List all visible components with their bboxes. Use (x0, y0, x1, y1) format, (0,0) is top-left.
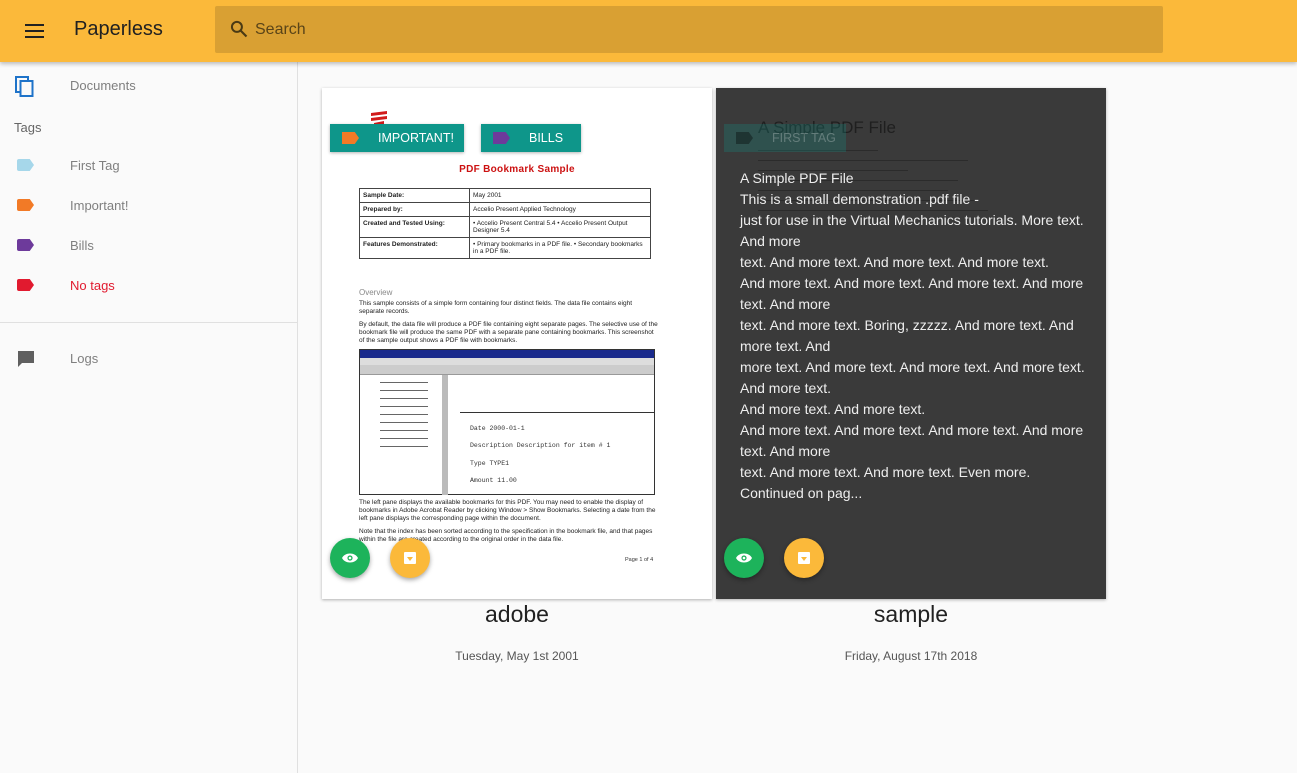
sidebar-item-bills[interactable]: Bills (0, 226, 297, 266)
screenshot-text: Description Description for item # 1 (470, 442, 611, 449)
tag-chip-label: IMPORTANT! (378, 131, 454, 145)
sidebar-item-important[interactable]: Important! (0, 186, 297, 226)
sidebar-item-documents[interactable]: Documents (0, 66, 297, 106)
search-bar[interactable] (215, 6, 1163, 53)
thumbnail-screenshot: Date 2000-01-1 Description Description f… (359, 349, 655, 495)
table-cell: May 2001 (469, 188, 651, 203)
table-cell: • Accelio Present Central 5.4 • Accelio … (469, 216, 651, 238)
document-card-sample[interactable]: A Simple PDF File FIRST TAG A Simple PDF… (716, 88, 1106, 599)
sidebar-item-label: Documents (70, 78, 136, 93)
document-thumbnail: PDF Bookmark Sample Sample Date: May 2001… (322, 88, 712, 599)
sidebar-item-label: Bills (70, 238, 94, 253)
sidebar-item-no-tags[interactable]: No tags (0, 266, 297, 306)
archive-download-icon (798, 552, 810, 564)
tag-icon (17, 159, 34, 171)
thumbnail-page-number: Page 1 of 4 (625, 557, 654, 563)
sidebar-item-label: No tags (70, 278, 115, 293)
tags-heading: Tags (14, 120, 42, 135)
document-card-adobe[interactable]: PDF Bookmark Sample Sample Date: May 2001… (322, 88, 712, 599)
app-title: Paperless (74, 18, 163, 40)
sidebar-divider (0, 322, 297, 323)
thumbnail-section-title: Overview (359, 288, 393, 297)
view-button[interactable] (330, 538, 370, 578)
thumbnail-paragraph: The left pane displays the available boo… (359, 499, 656, 522)
sidebar-item-label: Important! (70, 198, 129, 213)
thumbnail-heading: PDF Bookmark Sample (459, 164, 575, 175)
sidebar-item-first-tag[interactable]: First Tag (0, 146, 297, 186)
documents-icon (15, 76, 34, 97)
document-title: sample (873, 601, 949, 627)
table-cell: Sample Date: (359, 188, 470, 203)
document-content-preview: A Simple PDF File This is a small demons… (740, 170, 1085, 501)
table-cell: Prepared by: (359, 202, 470, 217)
tag-chip-important[interactable]: IMPORTANT! (330, 124, 464, 152)
search-input[interactable] (255, 6, 1145, 53)
tag-icon (17, 239, 34, 251)
table-cell: • Primary bookmarks in a PDF file. • Sec… (469, 237, 651, 259)
chat-bubble-icon (18, 351, 34, 367)
sidebar-item-label: First Tag (70, 158, 120, 173)
sidebar-item-label: Logs (70, 351, 99, 366)
tag-chip-label: BILLS (529, 131, 564, 145)
top-app-bar: Paperless (0, 0, 1297, 62)
tag-icon (493, 132, 510, 144)
tag-chip-first-tag[interactable]: FIRST TAG (724, 124, 846, 152)
thumbnail-table: Sample Date: May 2001 Prepared by: Accelio… (359, 188, 651, 259)
tag-icon (342, 132, 359, 144)
download-button[interactable] (390, 538, 430, 578)
thumbnail-paragraph: By default, the data file will produce a… (359, 321, 658, 344)
document-date: Friday, August 17th 2018 (844, 649, 978, 663)
view-button[interactable] (724, 538, 764, 578)
table-cell: Accelio Present Applied Technology (469, 202, 651, 217)
sidebar: Documents Tags First Tag Important! Bill… (0, 62, 298, 773)
menu-icon[interactable] (14, 11, 54, 51)
archive-download-icon (404, 552, 416, 564)
table-cell: Created and Tested Using: (359, 216, 470, 238)
search-icon (230, 20, 248, 38)
tag-icon (17, 199, 34, 211)
tag-chip-bills[interactable]: BILLS (481, 124, 582, 152)
sidebar-item-logs[interactable]: Logs (0, 339, 297, 379)
tag-chip-label: FIRST TAG (772, 131, 836, 145)
tag-icon (17, 279, 34, 291)
eye-icon (342, 553, 358, 563)
screenshot-text: Type TYPE1 (470, 460, 510, 467)
table-cell: Features Demonstrated: (359, 237, 470, 259)
screenshot-text: Date 2000-01-1 (470, 425, 525, 432)
screenshot-text: Amount 11.00 (470, 477, 517, 484)
document-title: adobe (485, 601, 549, 627)
download-button[interactable] (784, 538, 824, 578)
thumbnail-paragraph: This sample consists of a simple form co… (359, 300, 633, 315)
tag-icon (736, 132, 753, 144)
document-date: Tuesday, May 1st 2001 (455, 649, 579, 663)
eye-icon (736, 553, 752, 563)
